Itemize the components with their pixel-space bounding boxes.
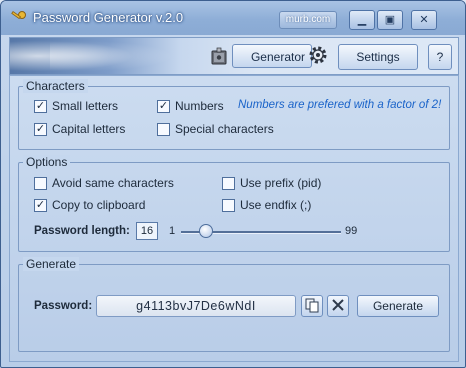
app-window: Password Generator v.2.0 murb.com ▁ ▣ ✕ … (0, 0, 466, 368)
help-label: ? (436, 50, 444, 64)
toolbar-banner: Generator Settings ? (9, 37, 459, 75)
close-button[interactable]: ✕ (411, 10, 437, 30)
clear-icon (332, 299, 344, 311)
slider-max-label: 99 (345, 225, 358, 237)
password-label: Password: (34, 300, 93, 312)
capital-letters-checkbox[interactable]: ✓ (34, 123, 47, 136)
special-characters-label[interactable]: Special characters (175, 122, 274, 136)
characters-group: Characters ✓ Small letters ✓ Numbers Num… (18, 79, 450, 150)
numbers-factor-note: Numbers are prefered with a factor of 2! (238, 99, 442, 111)
copy-icon (305, 298, 319, 313)
numbers-label[interactable]: Numbers (175, 99, 224, 113)
options-group: Options Avoid same characters Use prefix… (18, 155, 450, 252)
safe-icon (211, 47, 227, 65)
key-icon (11, 11, 26, 20)
special-characters-checkbox[interactable] (157, 123, 170, 136)
numbers-checkbox[interactable]: ✓ (157, 100, 170, 113)
banner-decoration (50, 38, 190, 74)
main-panel: Characters ✓ Small letters ✓ Numbers Num… (9, 75, 459, 362)
generate-group: Generate Password: g4113bvJ7De6wNdI Gene… (18, 257, 450, 352)
tab-settings-label: Settings (356, 50, 400, 64)
characters-group-title: Characters (23, 79, 88, 93)
copy-clipboard-checkbox[interactable]: ✓ (34, 199, 47, 212)
use-endfix-label[interactable]: Use endfix (;) (240, 198, 311, 212)
avoid-same-label[interactable]: Avoid same characters (52, 176, 174, 190)
small-letters-label[interactable]: Small letters (52, 99, 118, 113)
clear-button[interactable] (327, 295, 349, 317)
title-bar[interactable]: Password Generator v.2.0 murb.com ▁ ▣ ✕ (1, 1, 465, 35)
options-group-title: Options (23, 155, 71, 169)
help-button[interactable]: ? (428, 44, 452, 70)
use-prefix-label[interactable]: Use prefix (pid) (240, 176, 321, 190)
slider-min-label: 1 (169, 225, 176, 237)
window-title: Password Generator v.2.0 (33, 10, 184, 25)
avoid-same-checkbox[interactable] (34, 177, 47, 190)
length-slider-thumb[interactable] (199, 224, 214, 238)
password-length-label: Password length: (34, 225, 130, 237)
gear-icon (309, 46, 327, 64)
generate-button[interactable]: Generate (357, 295, 439, 317)
capital-letters-label[interactable]: Capital letters (52, 122, 125, 136)
restore-button[interactable]: ▣ (377, 10, 403, 30)
use-endfix-checkbox[interactable] (222, 199, 235, 212)
minimize-button[interactable]: ▁ (349, 10, 375, 30)
use-prefix-checkbox[interactable] (222, 177, 235, 190)
password-length-value[interactable]: 16 (136, 222, 158, 240)
copy-button[interactable] (301, 295, 323, 317)
tab-settings[interactable]: Settings (338, 44, 418, 70)
small-letters-checkbox[interactable]: ✓ (34, 100, 47, 113)
password-output[interactable]: g4113bvJ7De6wNdI (96, 295, 296, 317)
generate-group-title: Generate (23, 257, 80, 271)
tab-generator-label: Generator (250, 50, 305, 64)
tab-generator[interactable]: Generator (211, 44, 312, 68)
copy-clipboard-label[interactable]: Copy to clipboard (52, 198, 145, 212)
brand-link[interactable]: murb.com (279, 11, 337, 29)
